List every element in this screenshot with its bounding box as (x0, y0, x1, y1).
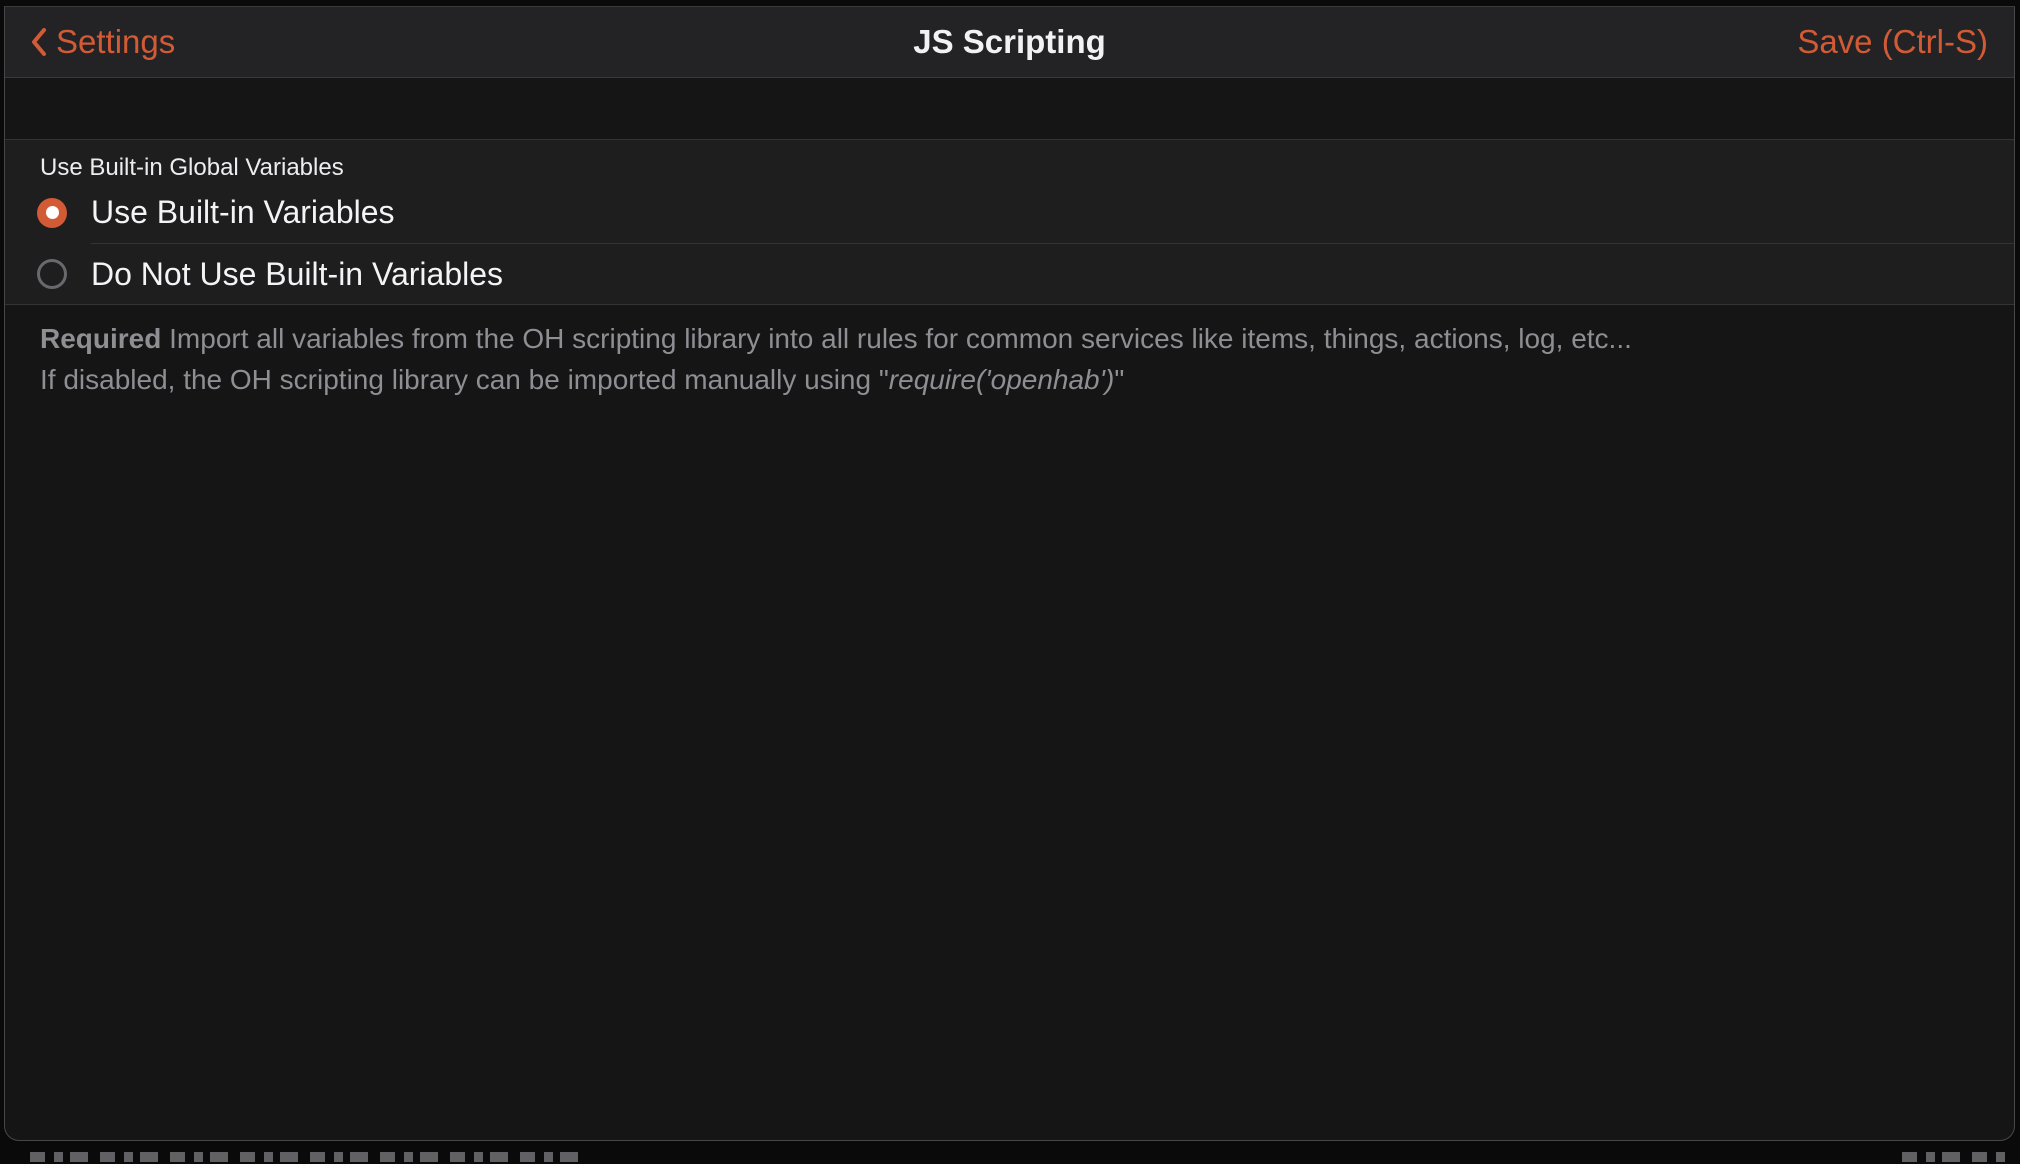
back-button[interactable]: Settings (31, 23, 175, 61)
page-title: JS Scripting (5, 23, 2014, 61)
setting-group-label: Use Built-in Global Variables (5, 140, 2014, 182)
setting-description: Required Import all variables from the O… (5, 305, 2014, 400)
page-gap (5, 78, 2014, 139)
radio-option-no-builtin[interactable]: Do Not Use Built-in Variables (5, 243, 2014, 304)
radio-option-use-builtin[interactable]: Use Built-in Variables (5, 182, 2014, 243)
radio-selected-icon (37, 198, 67, 228)
radio-unselected-icon (37, 259, 67, 289)
back-button-label: Settings (56, 23, 175, 61)
navbar: Settings JS Scripting Save (Ctrl-S) (5, 7, 2014, 78)
app-window: Settings JS Scripting Save (Ctrl-S) Use … (4, 6, 2015, 1141)
settings-list: Use Built-in Global Variables Use Built-… (5, 139, 2014, 305)
clipped-text-remnant-left (30, 1152, 590, 1162)
radio-option-label: Do Not Use Built-in Variables (91, 256, 503, 293)
radio-option-label: Use Built-in Variables (91, 194, 395, 231)
description-line-2: If disabled, the OH scripting library ca… (40, 359, 1979, 400)
clipped-text-remnant-right (1902, 1152, 2010, 1162)
chevron-left-icon (31, 27, 47, 57)
save-button[interactable]: Save (Ctrl-S) (1797, 23, 1988, 61)
description-line-1: Required Import all variables from the O… (40, 318, 1979, 359)
